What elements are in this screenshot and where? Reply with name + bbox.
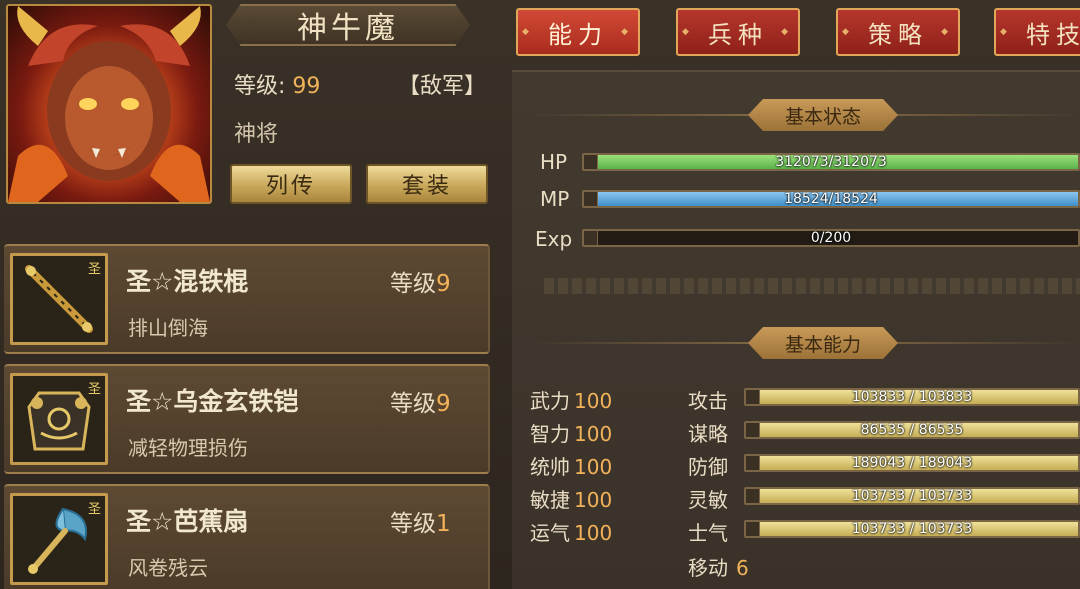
equipment-set-button[interactable]: 套装 (366, 164, 488, 204)
exp-bar: 0/200 (582, 229, 1080, 247)
hp-value: 312073/312073 (775, 154, 887, 170)
hero-level-label: 等级: (234, 74, 286, 99)
status-section-title: 基本状态 (748, 99, 898, 131)
stat-move-label: 移动 (688, 556, 728, 580)
tab-strategy[interactable]: 策略 (836, 8, 960, 56)
tab-troop-type[interactable]: 兵种 (676, 8, 800, 56)
exp-label: Exp (535, 227, 573, 251)
attribute-value: 100 (574, 455, 613, 479)
hp-label: HP (540, 150, 568, 174)
stat-tactics-label: 谋略 (688, 422, 728, 446)
attribute-value: 100 (574, 422, 613, 446)
abilities-section-title: 基本能力 (748, 327, 898, 359)
attribute-value: 100 (574, 521, 613, 545)
holy-badge: 圣 (87, 502, 101, 517)
stat-agility-bar: 103733 / 103733 (744, 487, 1080, 505)
hero-name: 神牛魔 (297, 11, 399, 46)
attribute-label: 智力 (530, 422, 570, 446)
hero-portrait (6, 4, 212, 204)
attribute-label: 武力 (530, 389, 570, 413)
attribute-agility: 敏捷 100 (530, 484, 612, 513)
equipment-icon-frame: 圣 (10, 253, 108, 345)
equipment-level-value: 9 (436, 391, 451, 417)
equipment-skill: 风卷残云 (128, 556, 208, 580)
attribute-label: 运气 (530, 521, 570, 545)
attribute-strength: 武力 100 (530, 385, 612, 414)
stat-attack-value: 103833 / 103833 (851, 389, 973, 405)
equipment-name: 圣☆乌金玄铁铠 (126, 387, 299, 416)
equipment-slot-accessory[interactable]: 圣 圣☆芭蕉扇 等级1 风卷残云 (4, 484, 490, 589)
equipment-icon-frame: 圣 (10, 493, 108, 585)
equipment-slot-armor[interactable]: 圣 圣☆乌金玄铁铠 等级9 减轻物理损伤 (4, 364, 490, 474)
attribute-label: 统帅 (530, 455, 570, 479)
stat-defense-label: 防御 (688, 455, 728, 479)
stat-morale-value: 103733 / 103733 (851, 521, 973, 537)
stat-attack-bar: 103833 / 103833 (744, 388, 1080, 406)
stat-agility-label: 灵敏 (688, 488, 728, 512)
equipment-name: 圣☆混铁棍 (126, 267, 249, 296)
attribute-value: 100 (574, 389, 613, 413)
mp-bar: 18524/18524 (582, 190, 1080, 208)
attribute-luck: 运气 100 (530, 517, 612, 546)
equipment-level-value: 1 (436, 511, 451, 537)
holy-badge: 圣 (87, 262, 101, 277)
hero-name-plate: 神牛魔 (226, 4, 470, 46)
stat-move: 移动 6 (688, 552, 749, 581)
stat-morale-bar: 103733 / 103733 (744, 520, 1080, 538)
stat-attack-label: 攻击 (688, 389, 728, 413)
attribute-label: 敏捷 (530, 488, 570, 512)
tab-ability[interactable]: 能力 (516, 8, 640, 56)
equipment-icon-frame: 圣 (10, 373, 108, 465)
stat-tactics-value: 86535 / 86535 (860, 422, 964, 438)
stat-defense-bar: 189043 / 189043 (744, 454, 1080, 472)
equipment-level-label: 等级 (390, 271, 436, 297)
attribute-intelligence: 智力 100 (530, 418, 612, 447)
mp-value: 18524/18524 (784, 191, 878, 207)
equipment-level: 等级9 (390, 264, 451, 298)
stat-morale-label: 士气 (688, 521, 728, 545)
hero-level: 等级: 99 (234, 68, 320, 100)
holy-badge: 圣 (87, 382, 101, 397)
bull-demon-portrait-icon (8, 6, 210, 202)
equipment-skill: 排山倒海 (128, 316, 208, 340)
equipment-level-label: 等级 (390, 511, 436, 537)
stat-agility-value: 103733 / 103733 (851, 488, 973, 504)
equipment-level-value: 9 (436, 271, 451, 297)
equipment-name: 圣☆芭蕉扇 (126, 507, 249, 536)
hero-faction: 【敌军】 (398, 74, 487, 99)
exp-value: 0/200 (810, 230, 852, 246)
mp-label: MP (540, 187, 570, 211)
hero-level-value: 99 (292, 74, 321, 99)
attribute-value: 100 (574, 488, 613, 512)
equipment-level-label: 等级 (390, 391, 436, 417)
hero-rank: 神将 (234, 122, 279, 147)
equipment-slot-weapon[interactable]: 圣 圣☆混铁棍 等级9 排山倒海 (4, 244, 490, 354)
hp-bar: 312073/312073 (582, 153, 1080, 171)
biography-button[interactable]: 列传 (230, 164, 352, 204)
stat-tactics-bar: 86535 / 86535 (744, 421, 1080, 439)
decorative-border (544, 278, 1080, 294)
equipment-level: 等级1 (390, 504, 451, 538)
attribute-leadership: 统帅 100 (530, 451, 612, 480)
hero-status-screen: 神牛魔 等级: 99 【敌军】 神将 列传 套装 圣 圣☆混铁棍 等级9 排山倒… (0, 0, 1080, 589)
equipment-level: 等级9 (390, 384, 451, 418)
tab-special-skill[interactable]: 特技 (994, 8, 1080, 56)
stat-defense-value: 189043 / 189043 (851, 455, 973, 471)
stat-move-value: 6 (736, 556, 749, 580)
equipment-skill: 减轻物理损伤 (128, 436, 248, 460)
